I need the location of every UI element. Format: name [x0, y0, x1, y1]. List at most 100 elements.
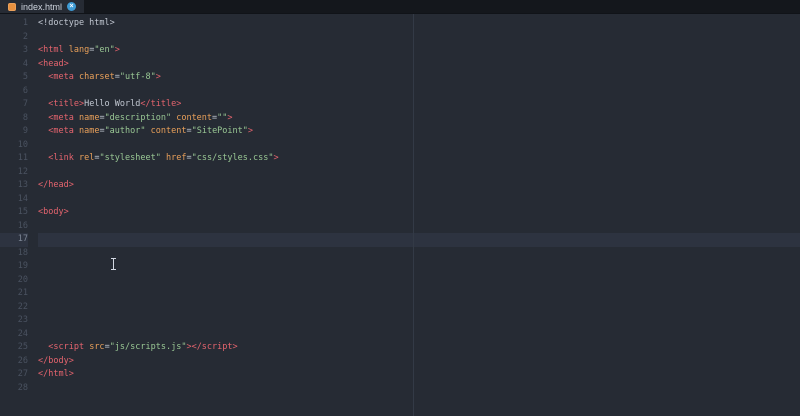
code-line[interactable]: </body>	[38, 355, 800, 369]
token-attr: src	[84, 342, 105, 352]
code-line[interactable]	[38, 301, 800, 315]
line-number[interactable]: 17	[0, 233, 28, 247]
code-line[interactable]	[38, 274, 800, 288]
code-line[interactable]	[38, 260, 800, 274]
token-string: "css/styles.css"	[191, 153, 274, 163]
line-number[interactable]: 15	[0, 206, 28, 220]
code-line[interactable]: <link rel="stylesheet" href="css/styles.…	[38, 152, 800, 166]
code-area[interactable]: <!doctype html> <html lang="en"> <head> <m…	[34, 17, 800, 416]
tab-index-html[interactable]: index.html ×	[0, 0, 85, 13]
token-tag: >	[247, 126, 254, 136]
line-number[interactable]: 7	[0, 98, 28, 112]
code-line[interactable]	[38, 85, 800, 99]
line-number[interactable]: 19	[0, 260, 28, 274]
code-line[interactable]: <meta name="description" content="">	[38, 112, 800, 126]
token-tag: <title>	[48, 99, 85, 109]
editor-area[interactable]: 1 2 3 4 5 6 7 8 9 10 11 12 13 14 15 16 17 18 19 20 21 22 23 24 2…	[0, 14, 800, 416]
token-attr: name	[73, 126, 100, 136]
token-tag: </html>	[38, 369, 74, 379]
code-line[interactable]: </head>	[38, 179, 800, 193]
line-number[interactable]: 11	[0, 152, 28, 166]
line-number[interactable]: 14	[0, 193, 28, 207]
code-line[interactable]: <script src="js/scripts.js"></script>	[38, 341, 800, 355]
code-line[interactable]	[38, 328, 800, 342]
code-line[interactable]	[38, 382, 800, 396]
line-number[interactable]: 10	[0, 139, 28, 153]
token-attr: lang	[63, 45, 90, 55]
code-line[interactable]: <meta charset="utf-8">	[38, 71, 800, 85]
token-tag: >	[227, 112, 233, 123]
code-line[interactable]: <head>	[38, 58, 800, 72]
line-number[interactable]: 2	[0, 31, 28, 45]
token-plain: <!doctype html>	[38, 18, 115, 28]
token-tag: </title>	[140, 99, 182, 109]
line-number[interactable]: 5	[0, 71, 28, 85]
code-line[interactable]	[38, 287, 800, 301]
token-tag: <link	[48, 153, 74, 163]
token-tag: </head>	[38, 180, 74, 190]
line-number[interactable]: 18	[0, 247, 28, 261]
token-tag: >	[114, 45, 120, 55]
line-number[interactable]: 25	[0, 341, 28, 355]
token-tag: ></script>	[186, 342, 238, 352]
line-number[interactable]: 24	[0, 328, 28, 342]
code-line[interactable]	[38, 31, 800, 45]
html-file-icon	[8, 2, 16, 11]
token-attr: rel	[73, 153, 95, 163]
mouse-cursor-ibeam	[110, 258, 117, 270]
code-line[interactable]	[38, 139, 800, 153]
code-line[interactable]	[38, 193, 800, 207]
line-number[interactable]: 13	[0, 179, 28, 193]
code-line[interactable]	[38, 220, 800, 234]
token-tag: >	[273, 153, 279, 163]
line-number[interactable]: 28	[0, 382, 28, 396]
line-number[interactable]: 21	[0, 287, 28, 301]
token-tag: </body>	[38, 355, 74, 366]
line-number[interactable]: 6	[0, 85, 28, 99]
code-line[interactable]: <body>	[38, 206, 800, 220]
code-line[interactable]	[38, 166, 800, 180]
line-number[interactable]: 27	[0, 368, 28, 382]
line-number[interactable]: 26	[0, 355, 28, 369]
line-number[interactable]: 8	[0, 112, 28, 126]
code-line[interactable]	[38, 233, 800, 247]
line-number[interactable]: 23	[0, 314, 28, 328]
token-tag: <html	[38, 45, 64, 55]
code-line[interactable]	[38, 314, 800, 328]
token-tag: <meta	[48, 126, 74, 136]
token-attr: name	[73, 112, 100, 123]
line-number[interactable]: 16	[0, 220, 28, 234]
code-line[interactable]: <meta name="author" content="SitePoint">	[38, 125, 800, 139]
line-number[interactable]: 4	[0, 58, 28, 72]
tab-close-button[interactable]: ×	[67, 2, 77, 11]
code-line[interactable]: </html>	[38, 368, 800, 382]
token-tag: <body>	[38, 207, 69, 217]
code-line[interactable]	[38, 247, 800, 261]
token-string: "en"	[94, 45, 115, 55]
line-number[interactable]: 9	[0, 125, 28, 139]
gutter: 1 2 3 4 5 6 7 8 9 10 11 12 13 14 15 16 17 18 19 20 21 22 23 24 2…	[0, 17, 34, 416]
code-line[interactable]: <!doctype html>	[38, 17, 800, 31]
token-attr: content	[171, 112, 213, 123]
code-line[interactable]: <title>Hello World</title>	[38, 98, 800, 112]
line-number[interactable]: 1	[0, 17, 28, 31]
token-string: "author"	[104, 126, 146, 136]
token-string: "description"	[104, 112, 172, 123]
token-attr: charset	[73, 72, 115, 82]
token-string: "stylesheet"	[99, 153, 161, 163]
editor-window: index.html × 1 2 3 4 5 6 7 8 9 10 11 12 13 14 15 16 17 18…	[0, 0, 800, 416]
token-tag: <head>	[38, 58, 69, 69]
line-number[interactable]: 22	[0, 301, 28, 315]
token-tag: >	[155, 72, 161, 82]
line-number[interactable]: 20	[0, 274, 28, 288]
line-number[interactable]: 12	[0, 166, 28, 180]
code-line[interactable]: <html lang="en">	[38, 44, 800, 58]
token-plain: Hello World	[84, 99, 141, 109]
token-string: "utf-8"	[119, 72, 156, 82]
line-number[interactable]: 3	[0, 44, 28, 58]
